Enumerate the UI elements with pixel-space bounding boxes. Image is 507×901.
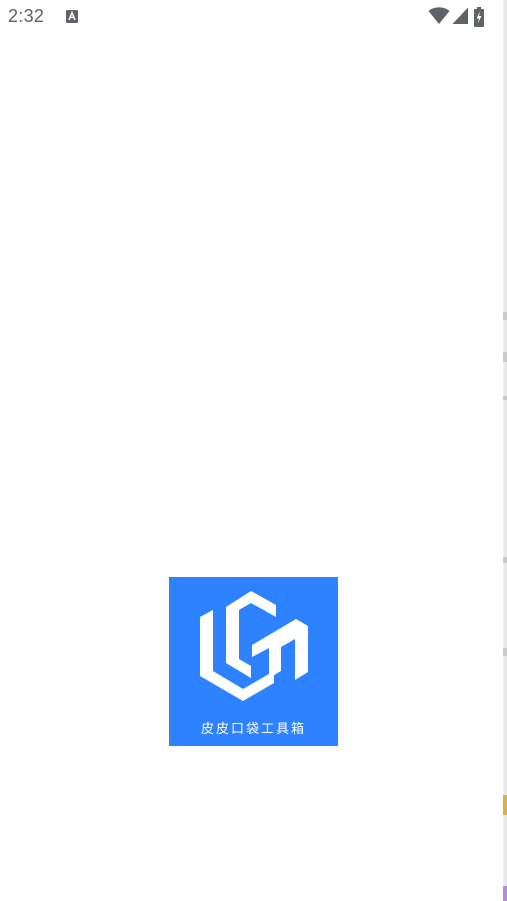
edge-marker xyxy=(503,557,507,563)
splash-screen: 2:32 皮皮口袋工具箱 xyxy=(0,0,507,901)
status-bar: 2:32 xyxy=(0,0,503,36)
edge-marker xyxy=(503,352,507,362)
a-letter-notification-icon xyxy=(66,10,78,23)
window-edge xyxy=(503,0,507,901)
battery-charging-icon xyxy=(474,7,484,27)
cell-signal-icon xyxy=(452,7,468,24)
app-logo: 皮皮口袋工具箱 xyxy=(169,577,338,746)
edge-marker xyxy=(503,886,507,901)
status-time: 2:32 xyxy=(8,6,45,26)
pipi-toolbox-logo-icon xyxy=(200,591,308,701)
wifi-icon xyxy=(428,7,450,24)
app-name-caption: 皮皮口袋工具箱 xyxy=(200,722,306,737)
edge-marker xyxy=(503,648,507,656)
edge-marker xyxy=(503,312,507,320)
edge-marker xyxy=(503,396,507,400)
edge-marker xyxy=(503,795,507,815)
